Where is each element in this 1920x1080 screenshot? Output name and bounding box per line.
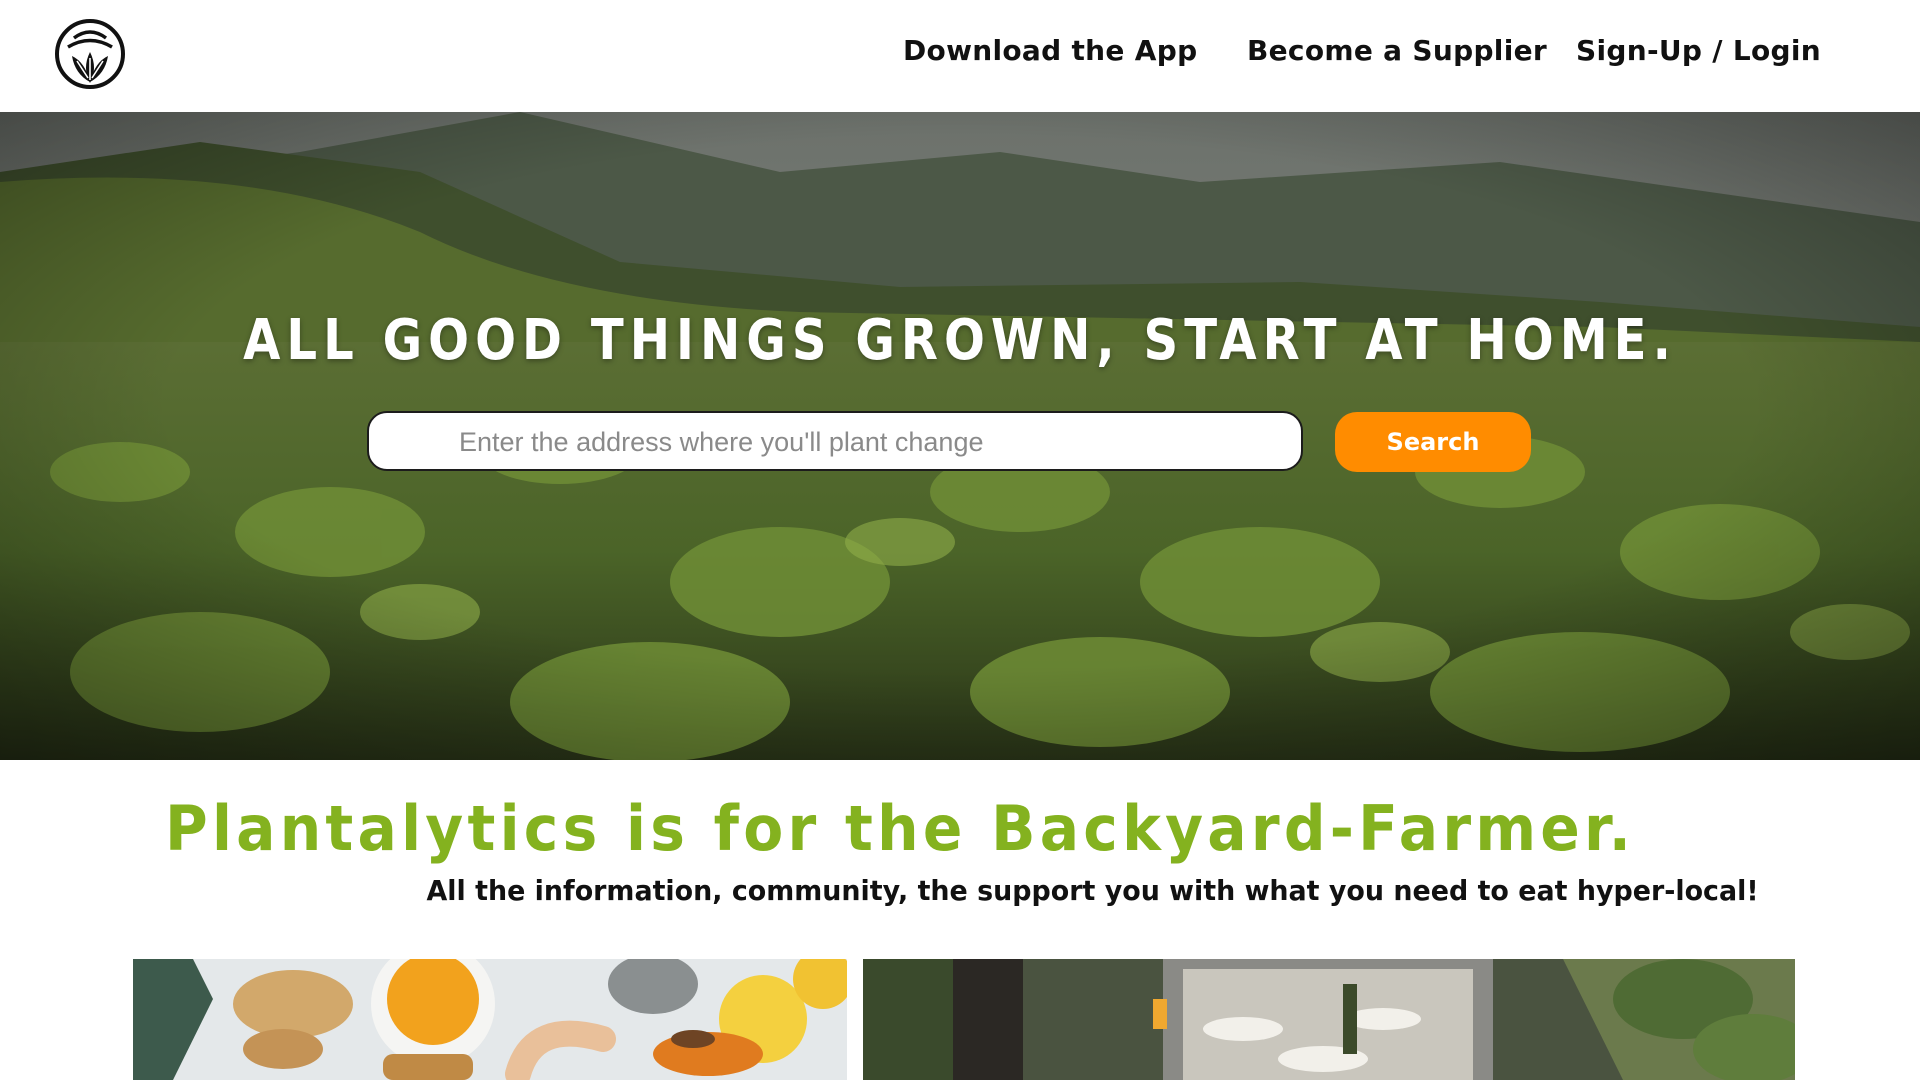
intro-subtitle: All the information, community, the supp…: [426, 874, 1759, 907]
kitchen-ingredients-image: [133, 959, 847, 1080]
nav-become-supplier[interactable]: Become a Supplier: [1247, 34, 1547, 67]
intro-title: Plantalytics is for the Backyard-Farmer.: [165, 792, 1636, 865]
search-button[interactable]: Search: [1335, 412, 1531, 472]
hero-banner: ALL GOOD THINGS GROWN, START AT HOME. Se…: [0, 112, 1920, 760]
community-dinner-image: [863, 959, 1795, 1080]
nav-signup-login[interactable]: Sign-Up / Login: [1576, 34, 1821, 67]
community-dinner-photo-card[interactable]: [863, 959, 1795, 1080]
top-navigation: Download the App Become a Supplier Sign-…: [0, 0, 1920, 112]
leaf-logo-icon[interactable]: [52, 16, 128, 92]
address-search-input[interactable]: [457, 413, 1281, 471]
hero-headline: ALL GOOD THINGS GROWN, START AT HOME.: [243, 308, 1677, 373]
nav-download-app[interactable]: Download the App: [903, 34, 1197, 67]
address-search-field[interactable]: [367, 411, 1303, 471]
kitchen-photo-card[interactable]: [133, 959, 847, 1080]
